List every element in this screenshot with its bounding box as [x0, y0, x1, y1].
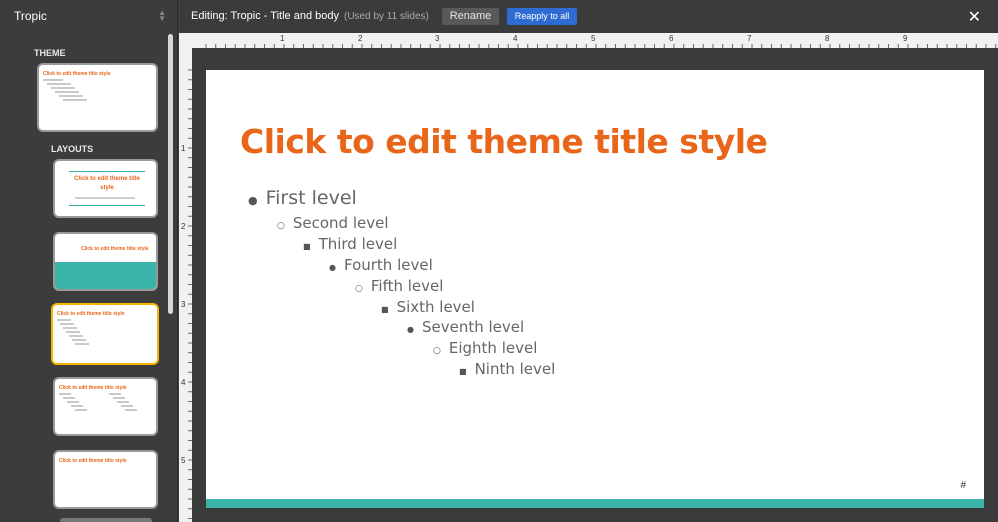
layouts-sidebar: Tropic ▲ ▼ THEME Click to edit theme titl…: [0, 0, 178, 522]
bullet-icon: ○: [355, 284, 363, 294]
level-text: Fifth level: [370, 277, 444, 295]
close-icon[interactable]: ✕: [968, 7, 981, 27]
theme-section-label: THEME: [34, 48, 66, 58]
body-level-1[interactable]: ● First level: [248, 187, 357, 209]
master-editor: Tropic ▲ ▼ THEME Click to edit theme titl…: [0, 0, 998, 522]
level-text: First level: [265, 187, 357, 209]
thumb-title: Click to edit theme title style: [59, 385, 127, 391]
bullet-icon: ■: [459, 367, 467, 376]
thumb-lines-right: [109, 393, 137, 413]
bullet-icon: ●: [248, 194, 258, 207]
level-text: Fourth level: [343, 256, 433, 274]
body-level-4[interactable]: ● Fourth level: [329, 256, 433, 274]
thumb-title: Click to edit theme title style: [43, 71, 111, 77]
ruler-number: 6: [669, 34, 674, 43]
ruler-number: 2: [358, 34, 363, 43]
slide-number-placeholder[interactable]: #: [960, 480, 966, 491]
thumb-lines: [43, 79, 87, 103]
theme-thumbnail[interactable]: Click to edit theme title style: [37, 63, 158, 132]
horizontal-ruler[interactable]: 1 2 3 4 5 6 7 8 9: [192, 33, 998, 48]
thumb-rule: [69, 205, 145, 206]
thumb-title: Click to edit theme title style: [59, 458, 127, 464]
ruler-number: 2: [181, 222, 186, 231]
ruler-number: 8: [825, 34, 830, 43]
layout-thumbnail-title-only[interactable]: Click to edit theme title style: [53, 450, 158, 509]
ruler-number: 3: [181, 300, 186, 309]
used-by-count: (Used by 11 slides): [344, 11, 429, 22]
thumb-title: Click to edit theme title style: [57, 311, 125, 317]
body-level-8[interactable]: ○ Eighth level: [433, 339, 537, 357]
body-level-6[interactable]: ■ Sixth level: [381, 298, 475, 316]
ruler-number: 3: [435, 34, 440, 43]
thumb-lines: [57, 319, 89, 347]
ruler-ticks: [188, 69, 192, 519]
level-text: Second level: [292, 214, 389, 232]
thumb-title: Click to edit theme title style: [74, 176, 140, 191]
thumb-lines-left: [59, 393, 87, 413]
body-level-7[interactable]: ● Seventh level: [407, 318, 524, 336]
reapply-to-all-button[interactable]: Reapply to all: [507, 8, 577, 25]
next-thumbnail-edge: [60, 518, 152, 522]
bullet-icon: ○: [433, 346, 441, 356]
level-text: Third level: [318, 235, 398, 253]
rename-button[interactable]: Rename: [442, 8, 499, 25]
body-level-9[interactable]: ■ Ninth level: [459, 360, 555, 378]
slide-accent-bar: [206, 499, 984, 508]
vertical-ruler[interactable]: 1 2 3 4 5: [179, 48, 192, 522]
thumb-subtitle: [75, 197, 135, 199]
ruler-number: 9: [903, 34, 908, 43]
bullet-icon: ■: [381, 305, 389, 314]
ruler-number: 5: [181, 456, 186, 465]
layout-thumbnail-two-columns[interactable]: Click to edit theme title style: [53, 377, 158, 436]
bullet-icon: ■: [303, 242, 311, 251]
master-slide[interactable]: Click to edit theme title style ● First l…: [206, 70, 984, 508]
ruler-corner: [179, 33, 192, 48]
thumb-rule: [69, 171, 145, 172]
bullet-icon: ○: [277, 221, 285, 231]
select-arrows-icon: ▲ ▼: [158, 8, 166, 23]
layout-thumbnail-title[interactable]: Click to edit theme title style: [53, 159, 158, 218]
editing-title: Editing: Tropic - Title and body: [191, 10, 339, 22]
ruler-number: 4: [181, 378, 186, 387]
theme-name: Tropic: [14, 9, 47, 23]
body-level-3[interactable]: ■ Third level: [303, 235, 397, 253]
body-level-2[interactable]: ○ Second level: [277, 214, 389, 232]
sidebar-scrollbar[interactable]: [168, 34, 173, 314]
ruler-number: 7: [747, 34, 752, 43]
layout-thumbnail-title-body[interactable]: Click to edit theme title style: [51, 303, 159, 365]
level-text: Sixth level: [396, 298, 475, 316]
ruler-number: 1: [181, 144, 186, 153]
bullet-icon: ●: [407, 325, 414, 334]
bullet-icon: ●: [329, 263, 336, 272]
thumb-teal-band: [55, 262, 156, 289]
ruler-number: 1: [280, 34, 285, 43]
slide-title-placeholder[interactable]: Click to edit theme title style: [240, 122, 768, 161]
layout-thumbnail-section[interactable]: Click to edit theme title style: [53, 232, 158, 291]
thumb-title: Click to edit theme title style: [81, 246, 149, 252]
editing-toolbar: Editing: Tropic - Title and body (Used b…: [179, 0, 998, 33]
level-text: Seventh level: [421, 318, 525, 336]
body-level-5[interactable]: ○ Fifth level: [355, 277, 443, 295]
level-text: Eighth level: [448, 339, 538, 357]
ruler-number: 5: [591, 34, 596, 43]
ruler-number: 4: [513, 34, 518, 43]
theme-selector[interactable]: Tropic ▲ ▼: [0, 0, 178, 32]
layouts-section-label: LAYOUTS: [51, 144, 94, 154]
level-text: Ninth level: [474, 360, 556, 378]
